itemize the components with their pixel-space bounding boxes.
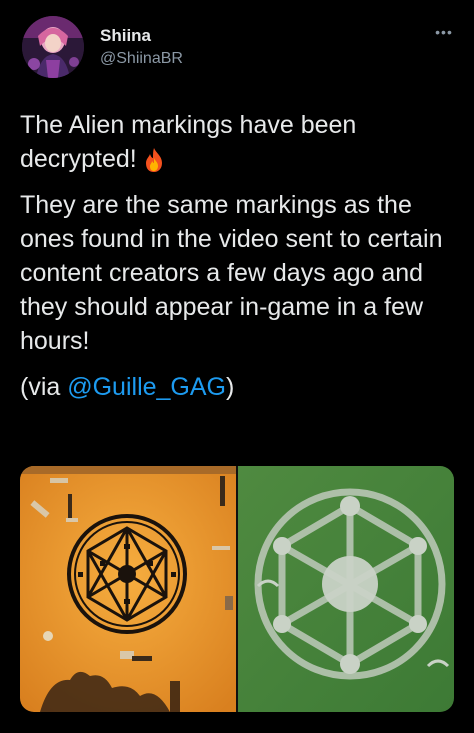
display-name[interactable]: Shiina xyxy=(100,26,183,46)
tweet-header: Shiina @ShiinaBR ••• xyxy=(18,14,458,86)
avatar[interactable] xyxy=(22,16,84,78)
tweet-paragraph-1: The Alien markings have been decrypted! xyxy=(20,108,460,176)
via-mention-link[interactable]: @Guille_GAG xyxy=(67,373,226,401)
via-prefix: (via xyxy=(20,373,68,401)
more-dots-icon[interactable]: ••• xyxy=(430,24,458,44)
tweet-line-1: The Alien markings have been decrypted! xyxy=(20,111,357,173)
via-suffix: ) xyxy=(226,373,235,401)
tweet-media[interactable] xyxy=(20,466,454,712)
orange-ground-alien-marking-image[interactable] xyxy=(20,466,236,712)
tweet-via: (via @Guille_GAG) xyxy=(20,370,460,404)
user-names: Shiina @ShiinaBR xyxy=(100,26,183,70)
tweet-paragraph-2: They are the same markings as the ones f… xyxy=(20,191,443,355)
grass-crop-circle-image[interactable] xyxy=(238,466,454,712)
fire-icon xyxy=(143,147,165,173)
tweet-text: The Alien markings have been decrypted! … xyxy=(20,108,460,416)
user-handle[interactable]: @ShiinaBR xyxy=(100,48,183,70)
